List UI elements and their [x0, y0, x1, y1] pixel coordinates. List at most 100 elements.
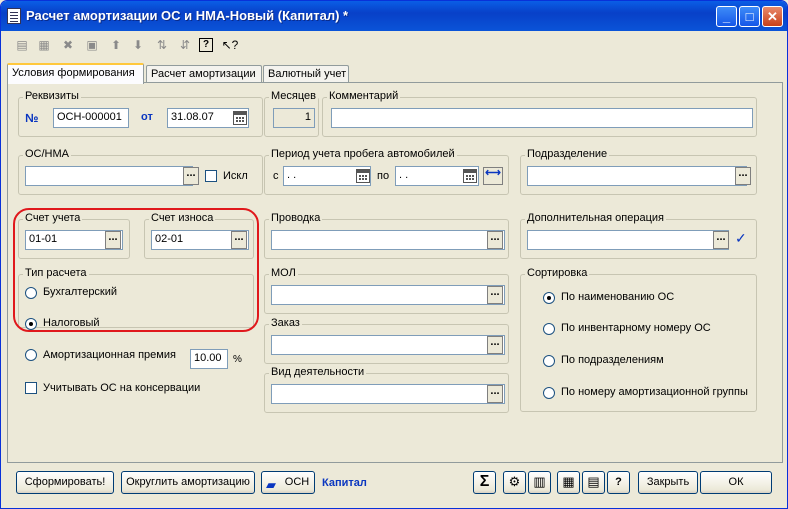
- division-field[interactable]: [527, 166, 747, 186]
- accounting-label: Бухгалтерский: [43, 286, 118, 298]
- sort-by-name-radio[interactable]: [543, 292, 555, 304]
- extra-operation-group: Дополнительная операция ... ✓: [520, 212, 757, 259]
- settings-icon[interactable]: ⚙: [503, 471, 526, 494]
- conditions-panel: Реквизиты № ОСН-000001 от 31.08.07 Месяц…: [7, 82, 783, 463]
- calc-type-group: Тип расчета Бухгалтерский Налоговый: [18, 267, 254, 330]
- tax-label: Налоговый: [43, 317, 100, 329]
- tab-depreciation-calc[interactable]: Расчет амортизации: [146, 65, 262, 83]
- report-icon[interactable]: ▥: [528, 471, 551, 494]
- activity-select-button[interactable]: ...: [487, 385, 503, 403]
- period-select-icon[interactable]: ⟷: [483, 167, 503, 185]
- sum-button[interactable]: Σ: [473, 471, 496, 494]
- checkmark-icon[interactable]: ✓: [735, 230, 747, 247]
- percent-label: %: [233, 354, 242, 365]
- os-nma-title: ОС/НМА: [23, 148, 71, 160]
- round-depreciation-button[interactable]: Округлить амортизацию: [121, 471, 255, 494]
- account-select-button[interactable]: ...: [105, 231, 121, 249]
- window-title: Расчет амортизации ОС и НМА-Новый (Капит…: [26, 8, 349, 23]
- calendar-icon[interactable]: [356, 169, 370, 183]
- months-group: Месяцев 1: [264, 90, 319, 137]
- division-group: Подразделение ...: [520, 148, 757, 195]
- new-icon[interactable]: ▤: [13, 36, 31, 54]
- capital-label: Капитал: [322, 477, 367, 489]
- extra-operation-title: Дополнительная операция: [525, 212, 667, 224]
- ok-button[interactable]: ОК: [700, 471, 772, 494]
- sort-by-inventory-radio[interactable]: [543, 323, 555, 335]
- sort-desc-icon[interactable]: ⇵: [176, 36, 194, 54]
- number-label: №: [25, 111, 39, 125]
- depreciation-account-group: Счет износа 02-01 ...: [144, 212, 254, 259]
- account-group: Счет учета 01-01 ...: [18, 212, 130, 259]
- title-bar[interactable]: Расчет амортизации ОС и НМА-Новый (Капит…: [1, 1, 787, 31]
- sort-by-division-label: По подразделениям: [561, 354, 664, 366]
- mileage-title: Период учета пробега автомобилей: [269, 148, 457, 160]
- sort-by-name-label: По наименованию ОС: [561, 291, 675, 303]
- number-field[interactable]: ОСН-000001: [53, 108, 129, 128]
- tab-conditions[interactable]: Условия формирования: [7, 63, 144, 84]
- os-nma-field[interactable]: [25, 166, 193, 186]
- pointer-help-icon[interactable]: ↖?: [221, 36, 239, 54]
- close-button[interactable]: Закрыть: [638, 471, 698, 494]
- activity-title: Вид деятельности: [269, 366, 367, 378]
- minimize-button[interactable]: _: [716, 6, 737, 27]
- months-field: 1: [273, 108, 315, 128]
- division-select-button[interactable]: ...: [735, 167, 751, 185]
- generate-button[interactable]: Сформировать!: [16, 471, 114, 494]
- depreciation-account-select-button[interactable]: ...: [231, 231, 247, 249]
- sort-asc-icon[interactable]: ⇅: [153, 36, 171, 54]
- sort-by-division-radio[interactable]: [543, 355, 555, 367]
- main-window: Расчет амортизации ОС и НМА-Новый (Капит…: [0, 0, 788, 509]
- conservation-checkbox[interactable]: [25, 382, 37, 394]
- help-icon[interactable]: ?: [199, 38, 213, 52]
- depreciation-account-title: Счет износа: [149, 212, 216, 224]
- sort-by-group-radio[interactable]: [543, 387, 555, 399]
- posting-select-button[interactable]: ...: [487, 231, 503, 249]
- accounting-radio[interactable]: [25, 287, 37, 299]
- mileage-period-group: Период учета пробега автомобилей с . . п…: [264, 148, 509, 195]
- extra-operation-select-button[interactable]: ...: [713, 231, 729, 249]
- from-label: с: [273, 170, 279, 182]
- conservation-label: Учитывать ОС на консервации: [43, 382, 201, 394]
- os-nma-select-button[interactable]: ...: [183, 167, 199, 185]
- comment-field[interactable]: [331, 108, 753, 128]
- sorting-title: Сортировка: [525, 267, 590, 279]
- up-arrow-icon[interactable]: ⬆: [107, 36, 125, 54]
- tax-radio[interactable]: [25, 318, 37, 330]
- exclude-checkbox[interactable]: [205, 170, 217, 182]
- close-window-button[interactable]: ✕: [762, 6, 783, 27]
- help-icon[interactable]: ?: [607, 471, 630, 494]
- account-title: Счет учета: [23, 212, 83, 224]
- document-icon: [7, 8, 21, 24]
- os-nma-group: ОС/НМА ... Искл: [18, 148, 263, 195]
- posting-title: Проводка: [269, 212, 323, 224]
- book-icon: ▰: [266, 477, 276, 492]
- print-icon[interactable]: ▤: [582, 471, 605, 494]
- depreciation-bonus-label: Амортизационная премия: [43, 349, 176, 361]
- osn-button[interactable]: ▰ ОСН: [261, 471, 315, 494]
- depreciation-bonus-radio[interactable]: [25, 349, 37, 361]
- order-title: Заказ: [269, 317, 302, 329]
- bonus-field[interactable]: 10.00: [190, 349, 228, 369]
- order-group: Заказ ...: [264, 317, 509, 364]
- extra-operation-field[interactable]: [527, 230, 729, 250]
- calendar-icon[interactable]: [463, 169, 477, 183]
- delete-icon[interactable]: ✖: [59, 36, 77, 54]
- tab-currency[interactable]: Валютный учет: [263, 65, 349, 83]
- comment-title: Комментарий: [327, 90, 401, 102]
- order-field[interactable]: [271, 335, 505, 355]
- down-arrow-icon[interactable]: ⬇: [129, 36, 147, 54]
- exclude-label: Искл: [223, 170, 248, 182]
- mol-select-button[interactable]: ...: [487, 286, 503, 304]
- division-title: Подразделение: [525, 148, 610, 160]
- edit-icon[interactable]: ▣: [83, 36, 101, 54]
- requisites-group: Реквизиты № ОСН-000001 от 31.08.07: [18, 90, 263, 137]
- mol-field[interactable]: [271, 285, 505, 305]
- posting-field[interactable]: [271, 230, 505, 250]
- copy-icon[interactable]: ▦: [35, 36, 53, 54]
- maximize-button[interactable]: □: [739, 6, 760, 27]
- osn-label: ОСН: [284, 476, 310, 488]
- structure-icon[interactable]: ▦: [557, 471, 580, 494]
- activity-field[interactable]: [271, 384, 505, 404]
- calendar-icon[interactable]: [233, 111, 247, 125]
- order-select-button[interactable]: ...: [487, 336, 503, 354]
